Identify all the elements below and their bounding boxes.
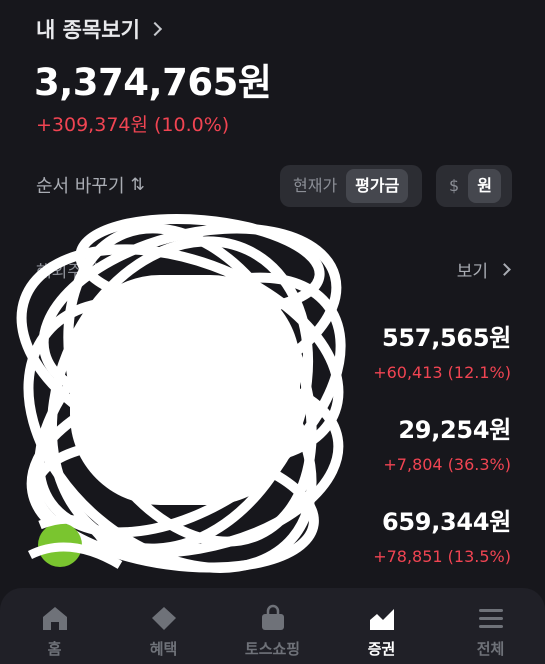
holding-change: +7,804 (36.3%) bbox=[383, 455, 511, 474]
holding-row[interactable]: 659,344원 +78,851 (13.5%) bbox=[373, 502, 511, 566]
tab-shopping[interactable]: 토스쇼핑 bbox=[218, 588, 327, 664]
holding-row[interactable]: 29,254원 +7,804 (36.3%) bbox=[383, 410, 511, 474]
view-button[interactable]: 보기 bbox=[456, 257, 511, 282]
my-stocks-title: 내 종목보기 bbox=[36, 18, 140, 42]
redaction-scribble bbox=[16, 213, 346, 573]
holding-row[interactable]: 557,565원 +60,413 (12.1%) bbox=[373, 318, 511, 382]
sort-button[interactable]: 순서 바꾸기 ⇅ bbox=[36, 172, 145, 198]
dollar-option[interactable]: $ bbox=[440, 169, 468, 203]
tab-securities[interactable]: 증권 bbox=[327, 588, 436, 664]
current-price-option[interactable]: 현재가 bbox=[284, 169, 346, 203]
holding-value: 557,565원 bbox=[382, 324, 511, 352]
tab-all[interactable]: 전체 bbox=[436, 588, 545, 664]
tab-label: 토스쇼핑 bbox=[244, 640, 301, 658]
shopping-bag-icon bbox=[261, 604, 284, 630]
tab-home[interactable]: 홈 bbox=[0, 588, 109, 664]
diamond-icon bbox=[151, 607, 176, 630]
won-option[interactable]: 원 bbox=[468, 169, 501, 203]
holding-change: +60,413 (12.1%) bbox=[373, 363, 511, 382]
chevron-right-icon bbox=[498, 263, 511, 276]
total-value: 3,374,765원 bbox=[34, 61, 272, 104]
tab-benefits[interactable]: 혜택 bbox=[109, 588, 218, 664]
tab-label: 전체 bbox=[476, 640, 505, 658]
chevron-right-icon bbox=[147, 21, 162, 37]
tab-label: 증권 bbox=[367, 640, 396, 658]
tab-label: 혜택 bbox=[149, 640, 178, 658]
sort-arrows-icon: ⇅ bbox=[130, 175, 145, 195]
tab-label: 홈 bbox=[47, 640, 62, 658]
my-stocks-link[interactable]: 내 종목보기 bbox=[36, 14, 162, 44]
price-mode-toggle[interactable]: 현재가 평가금 bbox=[280, 165, 422, 207]
home-icon bbox=[42, 607, 67, 630]
currency-toggle[interactable]: $ 원 bbox=[436, 165, 512, 207]
sort-label: 순서 바꾸기 bbox=[36, 176, 125, 197]
bottom-tab-bar: 홈 혜택 토스쇼핑 증권 전체 bbox=[0, 588, 545, 664]
chart-icon bbox=[369, 609, 394, 630]
total-change: +309,374원 (10.0%) bbox=[36, 114, 230, 136]
holding-value: 29,254원 bbox=[398, 416, 511, 444]
holding-change: +78,851 (13.5%) bbox=[373, 547, 511, 566]
holding-value: 659,344원 bbox=[382, 508, 511, 536]
menu-icon bbox=[478, 609, 503, 628]
view-label: 보기 bbox=[456, 262, 488, 282]
valuation-option[interactable]: 평가금 bbox=[346, 169, 409, 203]
